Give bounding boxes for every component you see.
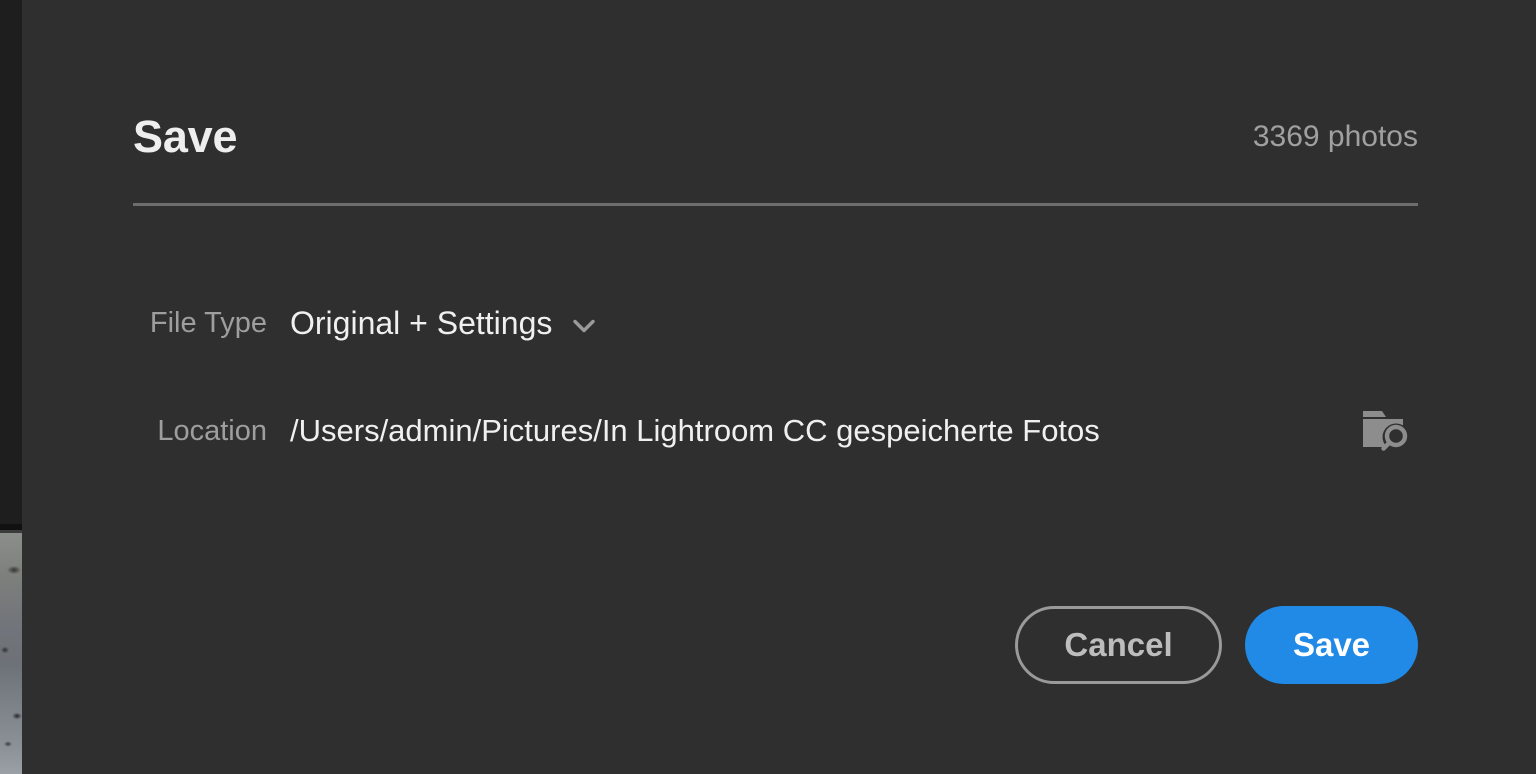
file-type-row: File Type Original + Settings [133, 300, 1418, 346]
file-type-value: Original + Settings [290, 305, 553, 341]
app-background-strip [0, 0, 22, 774]
location-control[interactable]: /Users/admin/Pictures/In Lightroom CC ge… [267, 405, 1418, 457]
save-dialog-screen: Save 3369 photos File Type Original + Se… [0, 0, 1536, 774]
background-photo-thumbnail-edge [0, 530, 22, 533]
location-path-value: /Users/admin/Pictures/In Lightroom CC ge… [290, 413, 1100, 448]
background-photo-thumbnail [0, 530, 22, 774]
dialog-header: Save 3369 photos [133, 108, 1418, 170]
file-type-label: File Type [149, 307, 267, 339]
file-type-control[interactable]: Original + Settings [267, 300, 1418, 346]
cancel-button[interactable]: Cancel [1015, 606, 1222, 684]
folder-search-icon[interactable] [1356, 405, 1418, 457]
photo-count-label: 3369 photos [1252, 120, 1418, 153]
location-label: Location [157, 415, 267, 447]
save-button[interactable]: Save [1245, 606, 1418, 684]
dialog-footer: Cancel Save [133, 606, 1418, 684]
chevron-down-icon[interactable] [569, 311, 599, 341]
location-row: Location /Users/admin/Pictures/In Lightr… [133, 408, 1418, 454]
dialog-title: Save [133, 111, 238, 162]
header-divider [133, 203, 1418, 206]
save-dialog: Save 3369 photos File Type Original + Se… [22, 0, 1536, 774]
